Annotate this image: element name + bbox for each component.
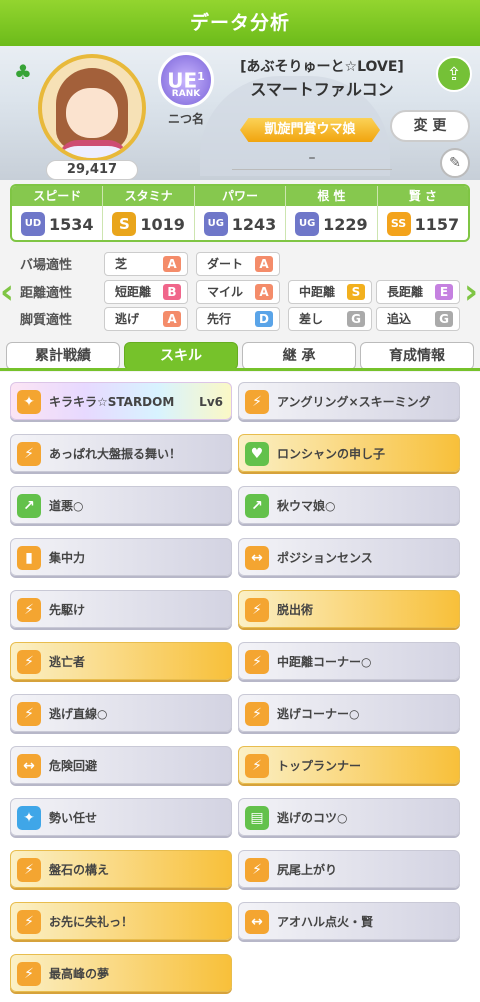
sparkle-icon: ✦ [17, 806, 41, 830]
tab-underline [0, 368, 480, 371]
skill-icon: ⚡ [245, 650, 269, 674]
skill-item[interactable]: ⚡ トップランナー [238, 746, 460, 784]
tab-training-info[interactable]: 育成情報 [360, 342, 474, 370]
rank-badge: UE1 RANK [158, 52, 214, 108]
tab-bar: 累計戦績 スキル 継 承 育成情報 [6, 342, 474, 370]
stat-wisdom: 賢 さ SS 1157 [377, 186, 468, 240]
skill-item[interactable]: ▤ 逃げのコツ○ [238, 798, 460, 836]
prev-arrow-icon[interactable]: ‹ [0, 270, 14, 314]
skill-item[interactable]: ⚡ 最高峰の夢 [10, 954, 232, 992]
skill-icon: ✦ [17, 390, 41, 414]
skill-item[interactable]: ⚡ アングリング×スキーミング [238, 382, 460, 420]
aptitude-chip: 中距離 S [288, 280, 372, 304]
skill-icon: ⚡ [17, 858, 41, 882]
skill-icon: ↔ [245, 546, 269, 570]
stats-panel: スピード UD 1534 スタミナ S 1019 パワー UG 1243 根 性 UG 1229… [10, 184, 470, 242]
skill-icon: ⚡ [245, 598, 269, 622]
skill-icon: ⚡ [17, 702, 41, 726]
skill-item[interactable]: ⚡ 逃亡者 [10, 642, 232, 680]
skill-item[interactable]: ↔ ポジションセンス [238, 538, 460, 576]
skill-icon: ↗ [17, 494, 41, 518]
skill-item[interactable]: ↔ アオハル点火・賢 [238, 902, 460, 940]
skill-item[interactable]: ⚡ あっぱれ大盤振る舞い！ [10, 434, 232, 472]
skill-item[interactable]: ↗ 道悪○ [10, 486, 232, 524]
skill-icon: ⚡ [17, 442, 41, 466]
skill-icon: ⚡ [17, 598, 41, 622]
page-title: データ分析 [189, 12, 290, 34]
skill-item[interactable]: ✦ 勢い任せ [10, 798, 232, 836]
tab-inheritance[interactable]: 継 承 [242, 342, 356, 370]
skill-item[interactable]: ⚡ 先駆け [10, 590, 232, 628]
skill-item[interactable]: ✦ キラキラ☆STARDOM Lv6 [10, 382, 232, 420]
skill-icon: ▮ [17, 546, 41, 570]
aptitude-chip: ダート A [196, 252, 280, 276]
skill-item[interactable]: ⚡ 尻尾上がり [238, 850, 460, 888]
character-title: [あぶそりゅーと☆LOVE] [240, 59, 404, 75]
skill-item[interactable]: ⚡ 脱出術 [238, 590, 460, 628]
memo-field: – [232, 150, 392, 170]
aptitude-chip: 長距離 E [376, 280, 460, 304]
aptitude-chip: 差し G [288, 307, 372, 331]
skill-item[interactable]: ⚡ 逃げ直線○ [10, 694, 232, 732]
grade-badge: UD [20, 212, 45, 236]
skill-icon: ↔ [245, 910, 269, 934]
skill-item[interactable]: ▮ 集中力 [10, 538, 232, 576]
book-icon: ▤ [245, 806, 269, 830]
stat-speed: スピード UD 1534 [12, 186, 104, 240]
share-button[interactable]: ⇪ [436, 56, 472, 92]
aptitude-chip: 追込 G [376, 307, 460, 331]
skill-icon: ⚡ [245, 858, 269, 882]
stat-guts: 根 性 UG 1229 [286, 186, 378, 240]
grade-badge: SS [386, 212, 411, 236]
stat-power: パワー UG 1243 [194, 186, 287, 240]
track-aptitude-row: バ場適性 芝A ダート A [20, 252, 470, 276]
skill-item[interactable]: ♥ ロンシャンの申し子 [238, 434, 460, 472]
aptitude-chip: 逃げ A [104, 307, 188, 331]
aptitude-chip: 芝A [104, 252, 188, 276]
skill-item[interactable]: ⚡ 逃げコーナー○ [238, 694, 460, 732]
skill-icon: ↗ [245, 494, 269, 518]
fan-count: 29,417 [46, 160, 138, 180]
tab-skills[interactable]: スキル [124, 342, 238, 370]
aptitude-chip: マイル A [196, 280, 280, 304]
skill-icon: ⚡ [245, 390, 269, 414]
skill-item[interactable]: ⚡ 盤石の構え [10, 850, 232, 888]
epithet-badge[interactable]: 凱旋門賞ウマ娘 [240, 118, 380, 142]
change-button[interactable]: 変 更 [390, 110, 470, 142]
skill-item[interactable]: ⚡ 中距離コーナー○ [238, 642, 460, 680]
stat-stamina: スタミナ S 1019 [103, 186, 195, 240]
skill-list: ✦ キラキラ☆STARDOM Lv6 ⚡ アングリング×スキーミング ⚡ あっぱれ大盤振… [0, 372, 480, 1002]
skill-item[interactable]: ↗ 秋ウマ娘○ [238, 486, 460, 524]
distance-aptitude-row: 距離適性 短距離 B マイル A 中距離 S 長距離 E [20, 280, 470, 304]
skill-icon: ⚡ [17, 910, 41, 934]
heart-icon: ♥ [245, 442, 269, 466]
grade-badge: UG [295, 212, 320, 236]
character-name: スマートファルコン [250, 80, 394, 99]
grade-badge: S [112, 212, 137, 236]
style-aptitude-row: 脚質適性 逃げ A 先行 D 差し G 追込 G [20, 307, 470, 331]
avatar [38, 54, 146, 162]
edit-pen-icon[interactable]: ✎ [440, 148, 470, 178]
skill-icon: ⚡ [17, 650, 41, 674]
grade-badge: UG [203, 212, 228, 236]
tab-record[interactable]: 累計戦績 [6, 342, 120, 370]
skill-icon: ⚡ [17, 962, 41, 986]
aptitude-chip: 短距離 B [104, 280, 188, 304]
skill-icon: ⚡ [245, 754, 269, 778]
skill-icon: ⚡ [245, 702, 269, 726]
club-icon: ♣ [14, 60, 32, 84]
rank-name: ニつ名 [167, 112, 204, 126]
aptitude-chip: 先行 D [196, 307, 280, 331]
skill-icon: ↔ [17, 754, 41, 778]
skill-item[interactable]: ⚡ お先に失礼っ！ [10, 902, 232, 940]
skill-item[interactable]: ↔ 危険回避 [10, 746, 232, 784]
header: データ分析 [0, 0, 480, 46]
